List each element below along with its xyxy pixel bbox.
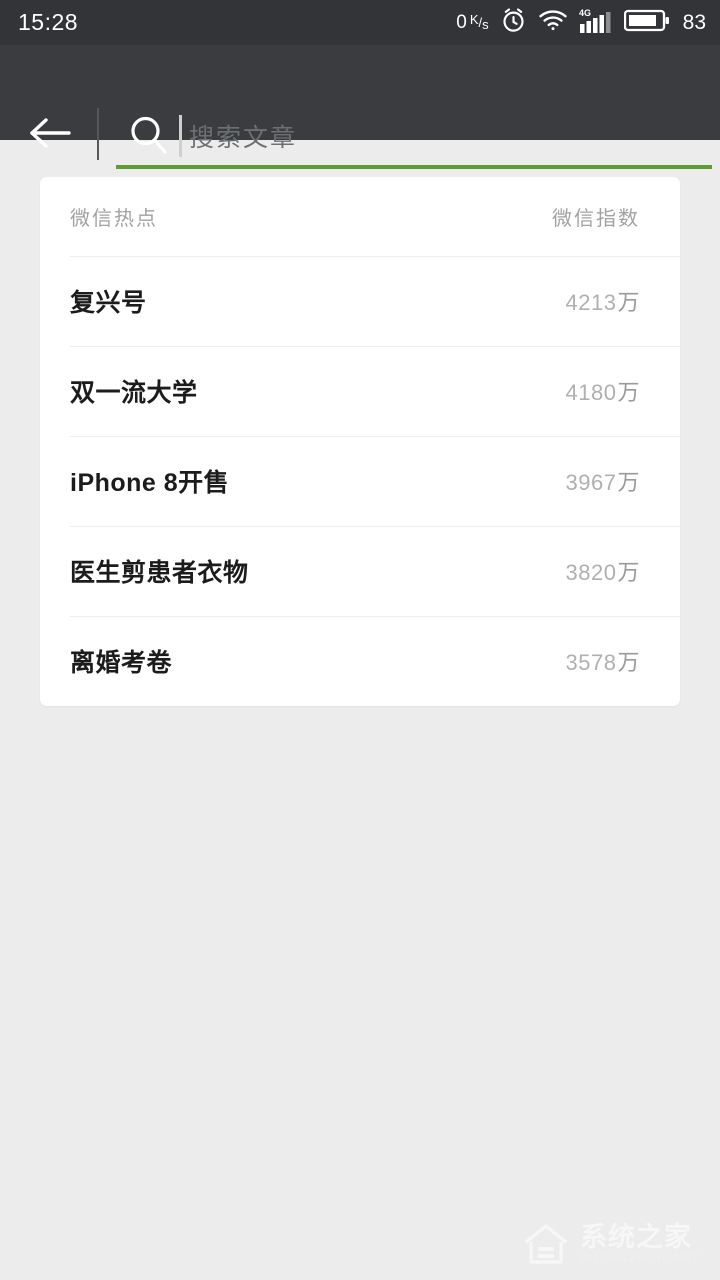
battery-percentage: 83: [683, 12, 706, 33]
topic-title: 双一流大学: [70, 373, 198, 409]
topic-index-unit: 万: [617, 560, 640, 585]
topic-index-value: 3820万: [566, 555, 640, 587]
search-input[interactable]: 搜索文章: [179, 112, 297, 160]
topic-index-value: 4180万: [566, 375, 640, 407]
watermark-title: 系统之家: [580, 1224, 700, 1251]
search-icon[interactable]: [127, 113, 171, 157]
topic-index-number: 4180: [566, 380, 617, 405]
search-bar-divider: [97, 108, 99, 160]
topic-index-unit: 万: [617, 290, 640, 315]
topic-title: 离婚考卷: [70, 643, 172, 679]
signal-generation-label: 4G: [579, 8, 591, 18]
table-row[interactable]: 双一流大学 4180万: [40, 346, 680, 436]
status-bar: 15:28 0 K/s: [0, 0, 720, 45]
topic-index-number: 3820: [566, 560, 617, 585]
network-speed-value: 0: [456, 13, 467, 32]
card-header: 微信热点 微信指数: [40, 177, 680, 256]
topic-index-value: 3578万: [566, 645, 640, 677]
search-input-underline: [116, 165, 712, 169]
watermark-text: 系统之家 XITONGZHIJIA.NET: [580, 1224, 700, 1264]
topic-index-number: 4213: [566, 290, 617, 315]
network-speed-unit-denominator: s: [482, 17, 489, 32]
table-row[interactable]: 离婚考卷 3578万: [40, 616, 680, 706]
wifi-icon: [538, 8, 568, 37]
topic-index-number: 3967: [566, 470, 617, 495]
signal-bars-icon: 4G: [579, 7, 613, 39]
network-speed-indicator: 0 K/s: [456, 13, 488, 32]
column-header-index: 微信指数: [552, 202, 640, 231]
alarm-clock-icon: [500, 7, 527, 39]
network-speed-unit: K/s: [470, 16, 489, 29]
table-row[interactable]: iPhone 8开售 3967万: [40, 436, 680, 526]
topic-title: 复兴号: [70, 283, 147, 319]
text-caret: [179, 115, 182, 157]
house-logo-icon: [522, 1222, 574, 1266]
table-row[interactable]: 复兴号 4213万: [40, 256, 680, 346]
topic-index-value: 3967万: [566, 465, 640, 497]
table-row[interactable]: 医生剪患者衣物 3820万: [40, 526, 680, 616]
phone-screen: 15:28 0 K/s: [0, 0, 720, 1280]
topic-index-unit: 万: [617, 650, 640, 675]
hot-topics-card: 微信热点 微信指数 复兴号 4213万 双一流大学 4180万 iPhone 8…: [40, 177, 680, 706]
search-input-placeholder: 搜索文章: [189, 118, 297, 154]
topic-index-number: 3578: [566, 650, 617, 675]
topic-index-unit: 万: [617, 470, 640, 495]
status-bar-indicators: 0 K/s: [456, 7, 706, 39]
status-bar-clock: 15:28: [18, 11, 78, 34]
watermark: 系统之家 XITONGZHIJIA.NET: [522, 1216, 712, 1272]
topic-title: iPhone 8开售: [70, 463, 229, 499]
battery-icon: [624, 8, 670, 38]
watermark-subtitle: XITONGZHIJIA.NET: [580, 1253, 700, 1264]
topic-title: 医生剪患者衣物: [70, 553, 249, 589]
column-header-topic: 微信热点: [70, 202, 158, 231]
back-arrow-icon[interactable]: [27, 113, 73, 153]
search-bar: 搜索文章: [0, 45, 720, 140]
topic-index-unit: 万: [617, 380, 640, 405]
topic-index-value: 4213万: [566, 285, 640, 317]
network-speed-unit-numerator: K: [470, 12, 479, 27]
